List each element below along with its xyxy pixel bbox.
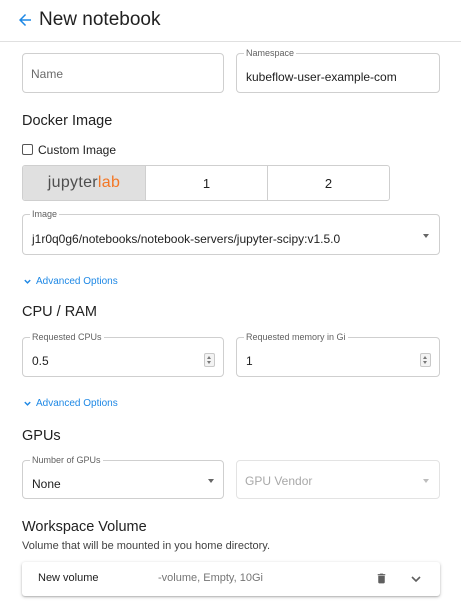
namespace-label: Namespace	[244, 47, 297, 59]
workspace-volume-subtitle: Volume that will be mounted in you home …	[22, 540, 271, 552]
chevron-down-icon	[208, 479, 214, 483]
memory-input[interactable]: Requested memory in Gi 1	[236, 331, 440, 377]
gpu-vendor-select[interactable]: GPU Vendor	[236, 460, 440, 499]
jupyterlab-logo: jupyterlab	[47, 174, 121, 191]
memory-label: Requested memory in Gi	[244, 331, 348, 343]
image-value: j1r0q0g6/notebooks/notebook-servers/jupy…	[32, 232, 341, 246]
gpus-title: GPUs	[22, 428, 61, 444]
toggle-jupyterlab[interactable]: jupyterlab	[23, 166, 145, 200]
toggle-option-1[interactable]: 1	[145, 166, 267, 200]
gpu-count-value: None	[32, 477, 61, 491]
page-header: New notebook	[0, 0, 461, 42]
server-type-toggle-group: jupyterlab 1 2	[22, 165, 390, 201]
arrow-left-icon[interactable]	[16, 11, 34, 29]
toggle-option-1-label: 1	[202, 175, 211, 191]
name-field[interactable]: Name	[22, 53, 224, 93]
toggle-option-2-label: 2	[324, 175, 333, 191]
image-label: Image	[30, 208, 60, 220]
image-select[interactable]: Image j1r0q0g6/notebooks/notebook-server…	[22, 208, 440, 255]
workspace-volume-panel[interactable]: New volume -volume, Empty, 10Gi	[22, 562, 440, 596]
trash-icon[interactable]	[375, 571, 388, 586]
advanced-options-label: Advanced Options	[36, 398, 118, 409]
namespace-field[interactable]: Namespace kubeflow-user-example-com	[236, 47, 440, 93]
name-placeholder: Name	[31, 67, 64, 81]
chevron-down-icon	[24, 401, 31, 406]
docker-image-title: Docker Image	[22, 113, 113, 129]
cpu-stepper[interactable]	[204, 353, 215, 367]
chevron-down-icon	[24, 279, 31, 284]
volume-description: -volume, Empty, 10Gi	[158, 572, 263, 584]
memory-stepper[interactable]	[420, 353, 431, 367]
custom-image-label: Custom Image	[38, 143, 117, 157]
gpu-count-select[interactable]: Number of GPUs None	[22, 454, 224, 499]
workspace-volume-title: Workspace Volume	[22, 519, 147, 535]
toggle-option-2[interactable]: 2	[267, 166, 389, 200]
cpu-input[interactable]: Requested CPUs 0.5	[22, 331, 224, 377]
advanced-options-link-cpu[interactable]: Advanced Options	[23, 398, 118, 409]
cpu-value: 0.5	[32, 354, 49, 368]
advanced-options-link-image[interactable]: Advanced Options	[23, 276, 118, 287]
memory-value: 1	[246, 354, 253, 368]
cpu-ram-title: CPU / RAM	[22, 304, 97, 320]
gpu-vendor-placeholder: GPU Vendor	[245, 474, 313, 488]
gpu-count-label: Number of GPUs	[30, 454, 103, 466]
chevron-down-icon[interactable]	[410, 573, 422, 585]
page-title: New notebook	[39, 9, 161, 30]
chevron-down-icon	[423, 479, 429, 483]
volume-name: New volume	[38, 572, 99, 584]
namespace-value: kubeflow-user-example-com	[246, 70, 397, 84]
chevron-down-icon	[423, 234, 429, 238]
custom-image-checkbox[interactable]	[22, 144, 33, 155]
cpu-label: Requested CPUs	[30, 331, 104, 343]
advanced-options-label: Advanced Options	[36, 276, 118, 287]
